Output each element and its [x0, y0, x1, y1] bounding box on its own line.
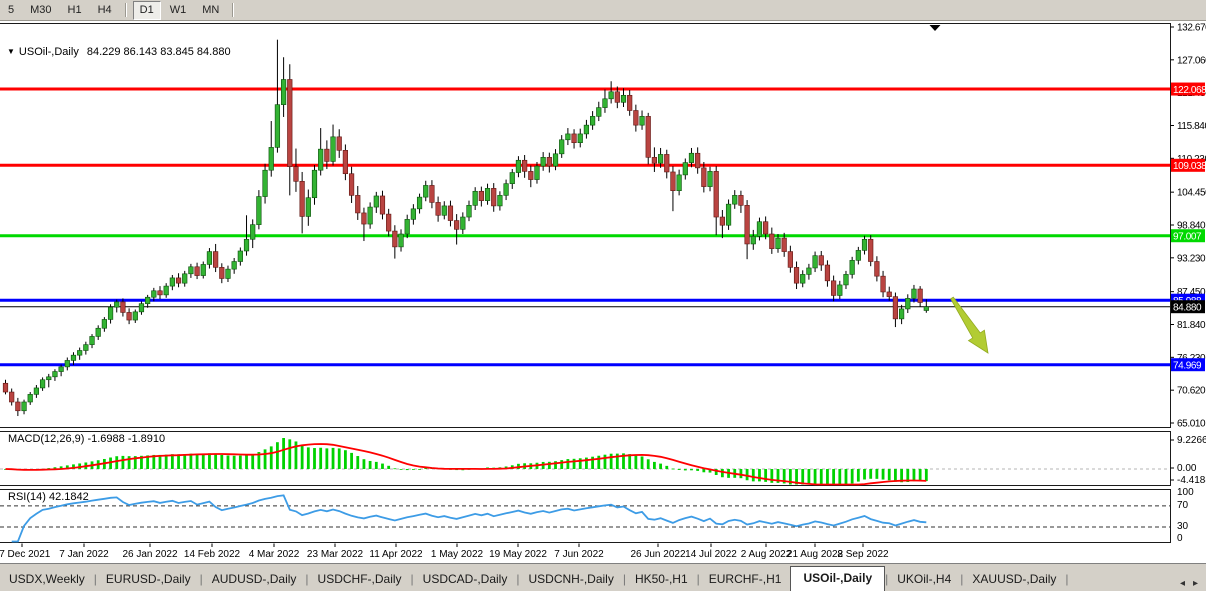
svg-text:109.038: 109.038: [1173, 161, 1206, 172]
svg-text:14 Feb 2022: 14 Feb 2022: [184, 549, 241, 560]
svg-text:11 Apr 2022: 11 Apr 2022: [369, 549, 423, 560]
svg-text:65.010: 65.010: [1177, 419, 1206, 430]
svg-text:115.840: 115.840: [1177, 121, 1206, 132]
date-axis: 17 Dec 2021 7 Jan 2022 26 Jan 2022 14 Feb 2…: [0, 544, 889, 561]
chart-window: 132.670127.060121.450115.840110.230104.4…: [0, 20, 1206, 563]
svg-text:132.670: 132.670: [1177, 22, 1206, 33]
timeframe-button-mn[interactable]: MN: [195, 1, 226, 20]
svg-text:104.450: 104.450: [1177, 188, 1206, 199]
svg-text:2 Aug 2022: 2 Aug 2022: [741, 549, 792, 560]
svg-text:93.230: 93.230: [1177, 253, 1206, 264]
timeframe-button-h1[interactable]: H1: [61, 1, 89, 20]
chart-tab-eurusd-daily[interactable]: EURUSD-,Daily: [97, 568, 200, 591]
chart-tab-hk50-h1[interactable]: HK50-,H1: [626, 568, 697, 591]
svg-text:17 Dec 2021: 17 Dec 2021: [0, 549, 51, 560]
chart-tab-xauusd-daily[interactable]: XAUUSD-,Daily: [963, 568, 1065, 591]
svg-text:74.969: 74.969: [1173, 361, 1202, 372]
chart-symbol-label: USOil-,Daily: [19, 46, 79, 58]
svg-text:97.007: 97.007: [1173, 232, 1202, 243]
svg-text:100: 100: [1177, 487, 1194, 498]
svg-text:0: 0: [1177, 533, 1183, 544]
chart-tab-ukoil-h4[interactable]: UKOil-,H4: [888, 568, 960, 591]
timeframe-toolbar: 5M30H1H4 D1W1MN: [0, 0, 1206, 21]
timeframe-button-d1[interactable]: D1: [133, 1, 161, 20]
svg-text:26 Jan 2022: 26 Jan 2022: [122, 549, 177, 560]
timeframe-button-5[interactable]: 5: [1, 1, 21, 20]
macd-label: MACD(12,26,9) -1.6988 -1.8910: [8, 433, 165, 445]
svg-text:70: 70: [1177, 500, 1189, 511]
timeframe-button-m30[interactable]: M30: [23, 1, 58, 20]
svg-text:26 Jun 2022: 26 Jun 2022: [630, 549, 685, 560]
svg-text:0.00: 0.00: [1177, 463, 1197, 474]
price-axis: 132.670127.060121.450115.840110.230104.4…: [1171, 22, 1206, 429]
chart-tab-usdchf-daily[interactable]: USDCHF-,Daily: [309, 568, 411, 591]
chart-canvas[interactable]: 132.670127.060121.450115.840110.230104.4…: [0, 20, 1206, 563]
svg-text:7 Jan 2022: 7 Jan 2022: [59, 549, 109, 560]
rsi-label: RSI(14) 42.1842: [8, 491, 89, 503]
svg-text:122.068: 122.068: [1173, 85, 1206, 96]
svg-text:127.060: 127.060: [1177, 55, 1206, 66]
chart-tab-usdx-weekly[interactable]: USDX,Weekly: [0, 568, 94, 591]
svg-text:70.620: 70.620: [1177, 386, 1206, 397]
chart-tabbar: USDX,Weekly|EURUSD-,Daily|AUDUSD-,Daily|…: [0, 563, 1206, 591]
svg-text:8 Sep 2022: 8 Sep 2022: [837, 549, 889, 560]
svg-text:84.880: 84.880: [1173, 303, 1202, 314]
svg-text:23 Mar 2022: 23 Mar 2022: [307, 549, 364, 560]
tab-scroll-buttons: ◂▸: [1176, 576, 1206, 591]
chart-tab-usdcnh-daily[interactable]: USDCNH-,Daily: [519, 568, 622, 591]
tab-scroll-right-icon[interactable]: ▸: [1189, 576, 1202, 591]
svg-text:14 Jul 2022: 14 Jul 2022: [685, 549, 737, 560]
chart-tab-audusd-daily[interactable]: AUDUSD-,Daily: [203, 568, 306, 591]
tab-scroll-left-icon[interactable]: ◂: [1176, 576, 1189, 591]
chart-tab-usoil-daily[interactable]: USOil-,Daily: [790, 566, 885, 591]
svg-text:19 May 2022: 19 May 2022: [489, 549, 547, 560]
svg-text:4 Mar 2022: 4 Mar 2022: [249, 549, 300, 560]
tab-separator: |: [1065, 568, 1068, 591]
svg-text:9.2266: 9.2266: [1177, 435, 1206, 446]
timeframe-button-w1[interactable]: W1: [163, 1, 194, 20]
chart-tab-eurchf-h1[interactable]: EURCHF-,H1: [700, 568, 791, 591]
svg-text:7 Jun 2022: 7 Jun 2022: [554, 549, 604, 560]
svg-text:30: 30: [1177, 521, 1189, 532]
trading-platform-window: 5M30H1H4D1W1MN 132.670127.060121.450115.…: [0, 0, 1206, 590]
symbol-dropdown-icon[interactable]: ▼: [7, 47, 15, 56]
chart-ohlc-values: 84.229 86.143 83.845 84.880: [87, 46, 231, 58]
chart-title: ▼ USOil-,Daily 84.229 86.143 83.845 84.880: [7, 46, 231, 58]
svg-text:81.840: 81.840: [1177, 320, 1206, 331]
toolbar-separator: [232, 3, 234, 17]
svg-text:-4.4188: -4.4188: [1177, 475, 1206, 486]
toolbar-separator: [125, 3, 127, 17]
chart-tab-usdcad-daily[interactable]: USDCAD-,Daily: [414, 568, 517, 591]
svg-text:1 May 2022: 1 May 2022: [431, 549, 484, 560]
timeframe-button-h4[interactable]: H4: [91, 1, 119, 20]
svg-text:21 Aug 2022: 21 Aug 2022: [787, 549, 844, 560]
